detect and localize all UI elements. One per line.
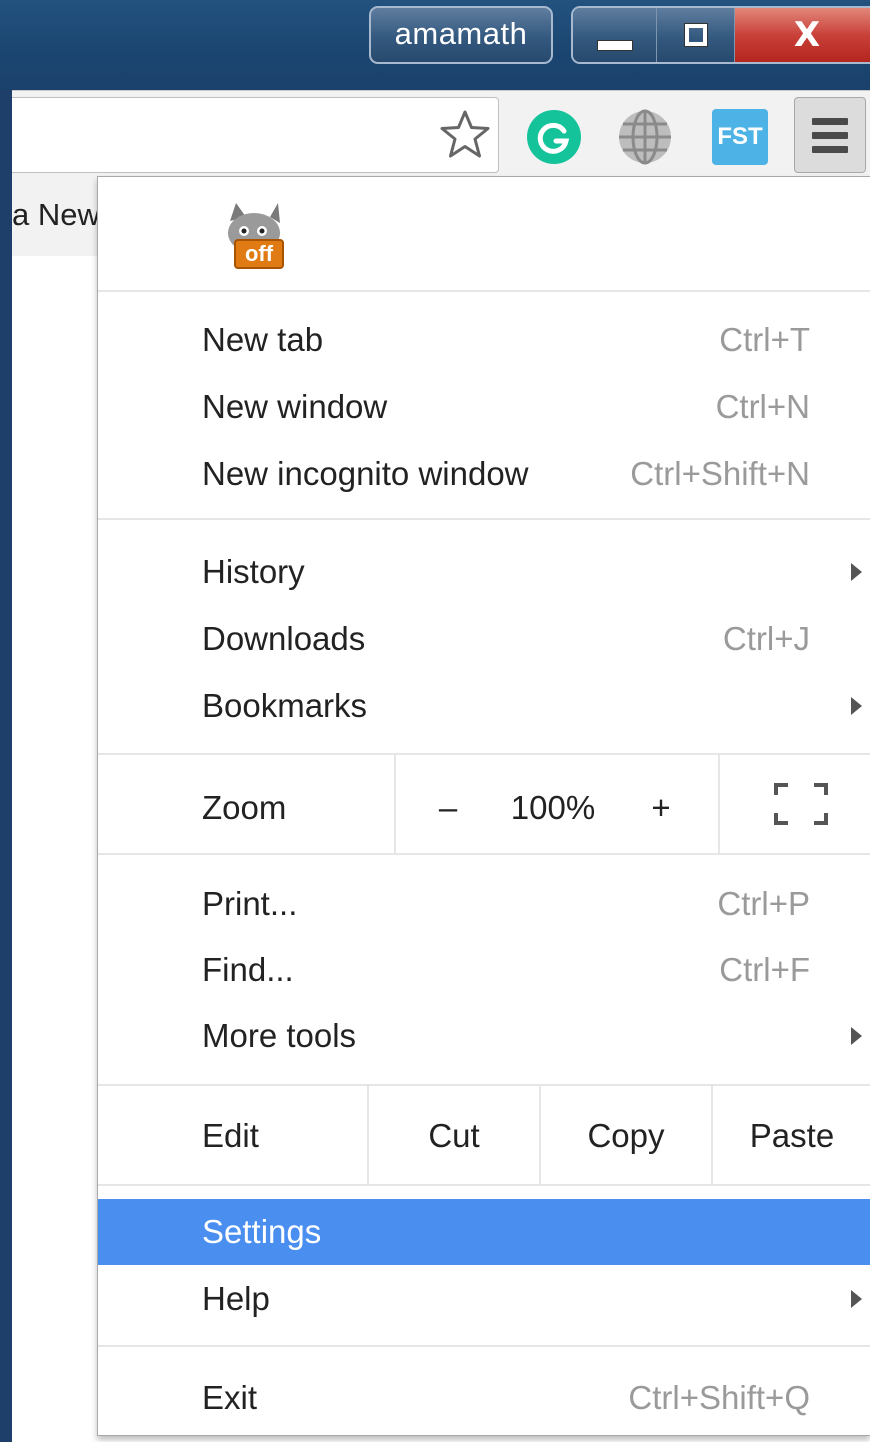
menu-item-bookmarks[interactable]: Bookmarks <box>98 673 870 739</box>
zoom-divider <box>394 755 396 853</box>
extension-row: off <box>98 177 870 290</box>
menu-item-shortcut: Ctrl+J <box>722 620 810 657</box>
window-controls: X <box>571 6 870 64</box>
menu-item-help[interactable]: Help <box>98 1266 870 1332</box>
zoom-in-button[interactable]: + <box>641 773 681 843</box>
hamburger-line <box>812 145 848 153</box>
zoom-out-button[interactable]: – <box>428 773 468 843</box>
menu-item-label: More tools <box>202 1017 357 1054</box>
menu-item-shortcut: Ctrl+F <box>719 951 810 988</box>
hamburger-line <box>812 131 848 139</box>
zoom-label: Zoom <box>202 789 287 826</box>
star-icon[interactable] <box>438 108 492 162</box>
menu-separator <box>98 753 870 755</box>
menu-item-label: Print... <box>202 885 298 922</box>
browser-toolbar: FST <box>0 90 870 179</box>
menu-item-downloads[interactable]: Downloads Ctrl+J <box>98 606 870 672</box>
menu-item-label: New tab <box>202 321 324 358</box>
menu-item-label: Find... <box>202 951 294 988</box>
fst-icon[interactable]: FST <box>712 109 768 165</box>
menu-item-label: New window <box>202 388 388 425</box>
paste-button[interactable]: Paste <box>713 1103 870 1169</box>
menu-item-label: Help <box>202 1280 270 1317</box>
menu-item-shortcut: Ctrl+Shift+Q <box>628 1379 810 1416</box>
menu-separator <box>98 1345 870 1347</box>
fullscreen-icon <box>774 783 828 825</box>
copy-button[interactable]: Copy <box>541 1103 711 1169</box>
submenu-arrow-icon <box>851 697 862 715</box>
hamburger-icon <box>812 117 848 125</box>
menu-item-shortcut: Ctrl+P <box>717 885 810 922</box>
menu-item-shortcut: Ctrl+T <box>719 321 810 358</box>
menu-item-print[interactable]: Print... Ctrl+P <box>98 871 870 937</box>
zoom-divider <box>718 755 720 853</box>
close-button[interactable]: X <box>735 8 870 62</box>
menu-item-zoom: Zoom <box>98 773 870 843</box>
globe-icon[interactable] <box>617 109 673 165</box>
grammarly-icon[interactable] <box>526 109 582 165</box>
chrome-menu: off New tab Ctrl+T New window Ctrl+N New… <box>97 176 870 1436</box>
zoom-level: 100% <box>510 789 596 826</box>
page-tab-partial[interactable]: a New <box>12 178 98 257</box>
menu-item-label: History <box>202 553 305 590</box>
menu-item-label: Exit <box>202 1379 258 1416</box>
menu-separator <box>98 1084 870 1086</box>
menu-item-new-incognito-window[interactable]: New incognito window Ctrl+Shift+N <box>98 441 870 507</box>
menu-separator <box>98 1184 870 1186</box>
window-title-bar: amamath X <box>0 0 870 90</box>
minimize-button[interactable] <box>573 8 657 62</box>
menu-item-new-tab[interactable]: New tab Ctrl+T <box>98 307 870 373</box>
menu-item-label: Bookmarks <box>202 687 368 724</box>
menu-item-exit[interactable]: Exit Ctrl+Shift+Q <box>98 1365 870 1431</box>
menu-item-settings[interactable]: Settings <box>98 1199 870 1265</box>
menu-item-label: Settings <box>202 1213 322 1250</box>
menu-item-label: Downloads <box>202 620 366 657</box>
fullscreen-button[interactable] <box>774 783 828 825</box>
fst-label: FST <box>717 123 763 150</box>
off-badge: off <box>234 239 284 269</box>
restore-icon <box>683 23 708 47</box>
minimize-icon <box>596 39 633 51</box>
submenu-arrow-icon <box>851 1290 862 1308</box>
menu-item-shortcut: Ctrl+Shift+N <box>630 455 810 492</box>
edit-label: Edit <box>202 1117 259 1154</box>
menu-item-shortcut: Ctrl+N <box>715 388 810 425</box>
restore-button[interactable] <box>657 8 735 62</box>
cut-button[interactable]: Cut <box>369 1103 539 1169</box>
menu-item-label: New incognito window <box>202 455 529 492</box>
window-frame-left <box>0 90 12 1442</box>
menu-item-new-window[interactable]: New window Ctrl+N <box>98 374 870 440</box>
menu-item-find[interactable]: Find... Ctrl+F <box>98 937 870 1003</box>
menu-separator <box>98 518 870 520</box>
menu-separator <box>98 853 870 855</box>
close-icon: X <box>793 15 821 55</box>
address-bar[interactable] <box>12 97 499 173</box>
submenu-arrow-icon <box>851 563 862 581</box>
profile-button[interactable]: amamath <box>369 6 553 64</box>
menu-item-history[interactable]: History <box>98 539 870 605</box>
page-content <box>12 256 98 1442</box>
menu-separator <box>98 290 870 292</box>
menu-item-more-tools[interactable]: More tools <box>98 1003 870 1069</box>
submenu-arrow-icon <box>851 1027 862 1045</box>
extension-off-icon[interactable]: off <box>220 199 286 269</box>
chrome-menu-button[interactable] <box>794 97 866 173</box>
